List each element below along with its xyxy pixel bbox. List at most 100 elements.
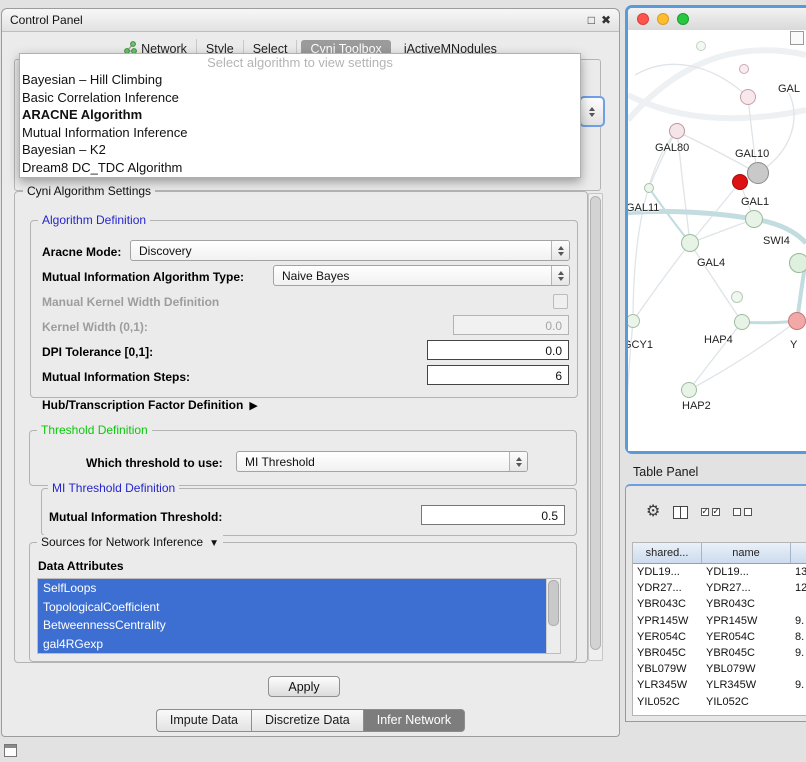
algorithm-option[interactable]: Dream8 DC_TDC Algorithm	[20, 159, 580, 177]
select-all-checks-icon[interactable]	[701, 508, 720, 516]
attribute-list-item[interactable]: TopologicalCoefficient	[38, 598, 547, 617]
column-header-partial[interactable]	[791, 543, 806, 563]
table-cell: 8.	[791, 629, 806, 645]
network-canvas[interactable]: GALGAL80GAL10GAL11GAL1SWI4GAL4GCY1HAP4YH…	[628, 30, 806, 451]
undock-icon[interactable]: □	[588, 14, 595, 26]
table-row[interactable]: YBL079WYBL079W	[633, 661, 806, 677]
data-attributes-list: SelfLoopsTopologicalCoefficientBetweenne…	[37, 578, 561, 654]
network-node-label: GCY1	[628, 339, 653, 351]
network-node-label: SWI4	[763, 235, 790, 247]
apply-button[interactable]: Apply	[268, 676, 340, 697]
which-threshold-value: MI Threshold	[245, 455, 315, 469]
network-node-label: GAL4	[697, 257, 725, 269]
stepper-down-icon	[589, 113, 595, 117]
column-header-name[interactable]: name	[702, 543, 791, 563]
network-node[interactable]	[669, 123, 685, 139]
which-threshold-select[interactable]: MI Threshold	[236, 451, 528, 472]
hub-section-label: Hub/Transcription Factor Definition	[42, 398, 243, 412]
canvas-corner-button[interactable]	[790, 31, 804, 45]
network-node[interactable]	[732, 174, 748, 190]
table-row[interactable]: YLR345WYLR345W9.	[633, 677, 806, 693]
table-row[interactable]: YIL052CYIL052C	[633, 694, 806, 710]
network-node[interactable]	[739, 64, 749, 74]
network-node[interactable]	[788, 312, 806, 330]
algorithm-definition-legend: Algorithm Definition	[38, 213, 150, 227]
table-cell: YIL052C	[702, 694, 791, 710]
network-node[interactable]	[681, 234, 699, 252]
kernel-width-input[interactable]: 0.0	[453, 315, 569, 335]
algorithm-option[interactable]: ARACNE Algorithm	[20, 106, 580, 124]
table-cell: YER054C	[702, 629, 791, 645]
table-cell: YDR27...	[702, 580, 791, 596]
network-node[interactable]	[747, 162, 769, 184]
show-columns-icon[interactable]	[673, 506, 688, 519]
network-view-window: GALGAL80GAL10GAL11GAL1SWI4GAL4GCY1HAP4YH…	[625, 5, 806, 454]
zoom-window-button[interactable]	[677, 13, 689, 25]
algorithm-dropdown: Select algorithm to view settings Bayesi…	[19, 53, 581, 178]
table-row[interactable]: YER054CYER054C8.	[633, 629, 806, 645]
network-node[interactable]	[740, 89, 756, 105]
tab-infer-network[interactable]: Infer Network	[363, 709, 465, 732]
attributes-scrollbar[interactable]	[546, 579, 560, 653]
algorithm-option[interactable]: Bayesian – K2	[20, 141, 580, 159]
network-node[interactable]	[789, 253, 806, 273]
cyni-settings-group: Cyni Algorithm Settings Algorithm Defini…	[14, 191, 588, 663]
network-node[interactable]	[644, 183, 654, 193]
table-row[interactable]: YPR145WYPR145W9.	[633, 613, 806, 629]
stepper-icon	[509, 452, 527, 471]
algorithm-option[interactable]: Mutual Information Inference	[20, 124, 580, 142]
algorithm-option[interactable]: Bayesian – Hill Climbing	[20, 71, 580, 89]
table-row[interactable]: YBR043CYBR043C	[633, 596, 806, 612]
network-node-label: GAL11	[628, 202, 659, 214]
table-row[interactable]: YDR27...YDR27...12	[633, 580, 806, 596]
tab-discretize-data[interactable]: Discretize Data	[251, 709, 363, 732]
column-header-shared-name[interactable]: shared...	[633, 543, 702, 563]
network-node[interactable]	[745, 210, 763, 228]
restore-panel-icon[interactable]	[4, 744, 17, 757]
table-header-row: shared... name	[633, 543, 806, 564]
network-window-titlebar	[628, 8, 806, 31]
desktop: Control Panel □ ✖ Network	[0, 0, 806, 762]
aracne-mode-select[interactable]: Discovery	[130, 240, 570, 261]
table-cell: YLR345W	[702, 677, 791, 693]
mi-threshold-label: Mutual Information Threshold:	[49, 509, 222, 525]
attribute-list-item[interactable]: BetweennessCentrality	[38, 616, 547, 635]
algorithm-option[interactable]: Basic Correlation Inference	[20, 89, 580, 107]
manual-kernel-checkbox[interactable]	[553, 294, 568, 309]
network-node-label: GAL	[778, 83, 800, 95]
table-panel-window: ⚙ shared... name YDL19...YDL19...13YDR27…	[625, 484, 806, 722]
bottom-tabbar: Impute Data Discretize Data Infer Networ…	[2, 709, 619, 732]
network-node[interactable]	[734, 314, 750, 330]
network-node[interactable]	[696, 41, 706, 51]
aracne-mode-label: Aracne Mode:	[42, 244, 121, 260]
table-row[interactable]: YDL19...YDL19...13	[633, 564, 806, 580]
mi-steps-input[interactable]: 6	[427, 365, 569, 385]
expand-arrow-icon: ▼	[209, 538, 219, 549]
algorithm-select-stepper-button[interactable]	[579, 96, 605, 127]
deselect-all-checks-icon[interactable]	[733, 508, 752, 516]
table-cell: 9.	[791, 645, 806, 661]
mi-type-select[interactable]: Naive Bayes	[273, 265, 570, 286]
close-icon[interactable]: ✖	[601, 14, 611, 26]
kernel-width-label: Kernel Width (0,1):	[42, 319, 148, 335]
minimize-window-button[interactable]	[657, 13, 669, 25]
gear-icon[interactable]: ⚙	[646, 504, 660, 520]
network-node[interactable]	[731, 291, 743, 303]
table-row[interactable]: YBR045CYBR045C9.	[633, 645, 806, 661]
attribute-list-item[interactable]: SelfLoops	[38, 579, 547, 598]
sources-legend-label: Sources for Network Inference	[41, 535, 203, 549]
mi-threshold-input[interactable]: 0.5	[421, 505, 565, 525]
close-window-button[interactable]	[637, 13, 649, 25]
table-toolbar: ⚙	[626, 488, 806, 536]
window-title: Control Panel	[2, 13, 83, 27]
sources-legend-toggle[interactable]: Sources for Network Inference ▼	[37, 535, 223, 551]
network-node-label: Y	[790, 339, 797, 351]
settings-scrollbar[interactable]	[588, 193, 603, 661]
hub-section-toggle[interactable]: Hub/Transcription Factor Definition▶	[42, 397, 258, 413]
dpi-tolerance-input[interactable]: 0.0	[427, 340, 569, 360]
attribute-list-item[interactable]: gal4RGexp	[38, 635, 547, 654]
stepper-icon	[551, 266, 569, 285]
network-node[interactable]	[681, 382, 697, 398]
tab-impute-data[interactable]: Impute Data	[156, 709, 251, 732]
table-cell: YBR043C	[702, 596, 791, 612]
